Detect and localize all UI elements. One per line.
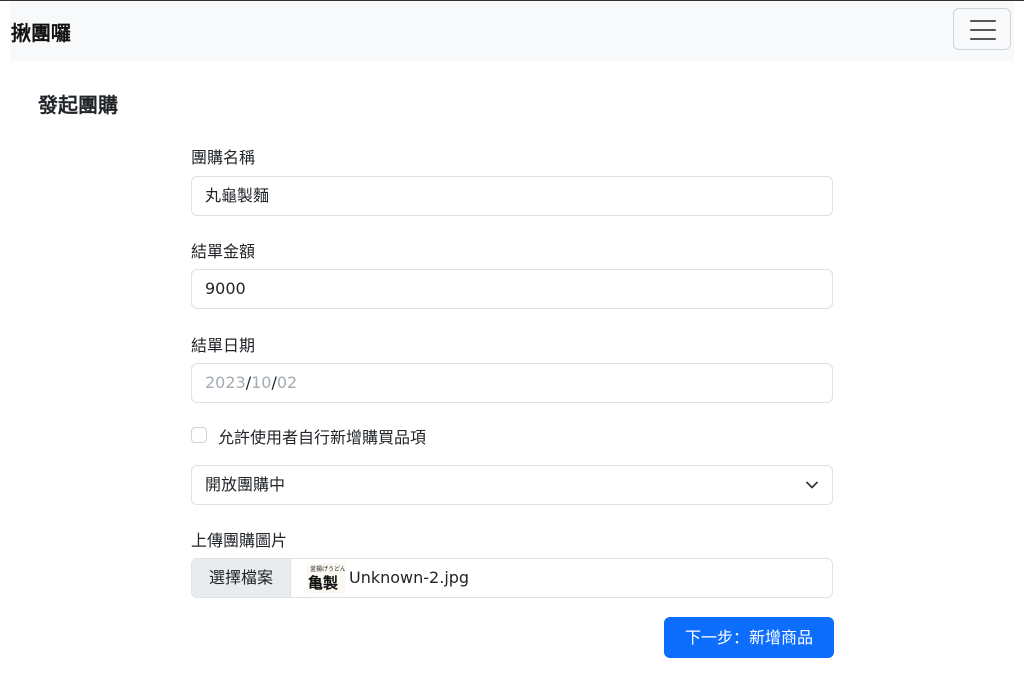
file-input[interactable]: 選擇檔案 釜揚げうどん 亀製 Unknown-2.jpg: [191, 558, 833, 598]
group-name-label: 團購名稱: [191, 148, 256, 167]
close-amount-value: 9000: [205, 279, 246, 298]
page-title: 發起團購: [38, 93, 118, 117]
uploaded-image-thumbnail: 釜揚げうどん 亀製: [307, 563, 345, 593]
upload-image-label: 上傳團購圖片: [191, 531, 288, 550]
date-day[interactable]: 02: [277, 373, 297, 392]
group-name-value: 丸龜製麵: [205, 186, 270, 205]
close-date-label: 結單日期: [191, 336, 256, 355]
allow-add-items-checkbox[interactable]: [191, 427, 207, 443]
group-name-input[interactable]: 丸龜製麵: [191, 176, 833, 216]
close-amount-input[interactable]: 9000: [191, 269, 833, 309]
status-select-value: 開放團購中: [205, 475, 286, 494]
hamburger-menu-icon: [970, 20, 996, 22]
hamburger-menu-icon-line-3: [970, 38, 996, 40]
chevron-down-icon: [806, 481, 818, 489]
status-select[interactable]: 開放團購中: [191, 465, 833, 505]
svg-text:釜揚げうどん: 釜揚げうどん: [310, 565, 345, 573]
next-step-button[interactable]: 下一步：新增商品: [664, 617, 834, 658]
close-date-input[interactable]: 2023/10/02: [191, 363, 833, 403]
date-year[interactable]: 2023: [205, 373, 246, 392]
file-name: Unknown-2.jpg: [349, 568, 470, 587]
svg-text:亀製: 亀製: [308, 574, 338, 592]
close-amount-label: 結單金額: [191, 242, 256, 261]
choose-file-button[interactable]: 選擇檔案: [192, 559, 291, 597]
hamburger-menu-icon-line-2: [970, 29, 996, 31]
navbar: 揪團囉: [10, 1, 1014, 61]
menu-toggle-button[interactable]: [953, 8, 1011, 50]
date-month[interactable]: 10: [251, 373, 271, 392]
allow-add-items-label[interactable]: 允許使用者自行新增購買品項: [218, 424, 426, 448]
brand-title[interactable]: 揪團囉: [11, 17, 71, 46]
